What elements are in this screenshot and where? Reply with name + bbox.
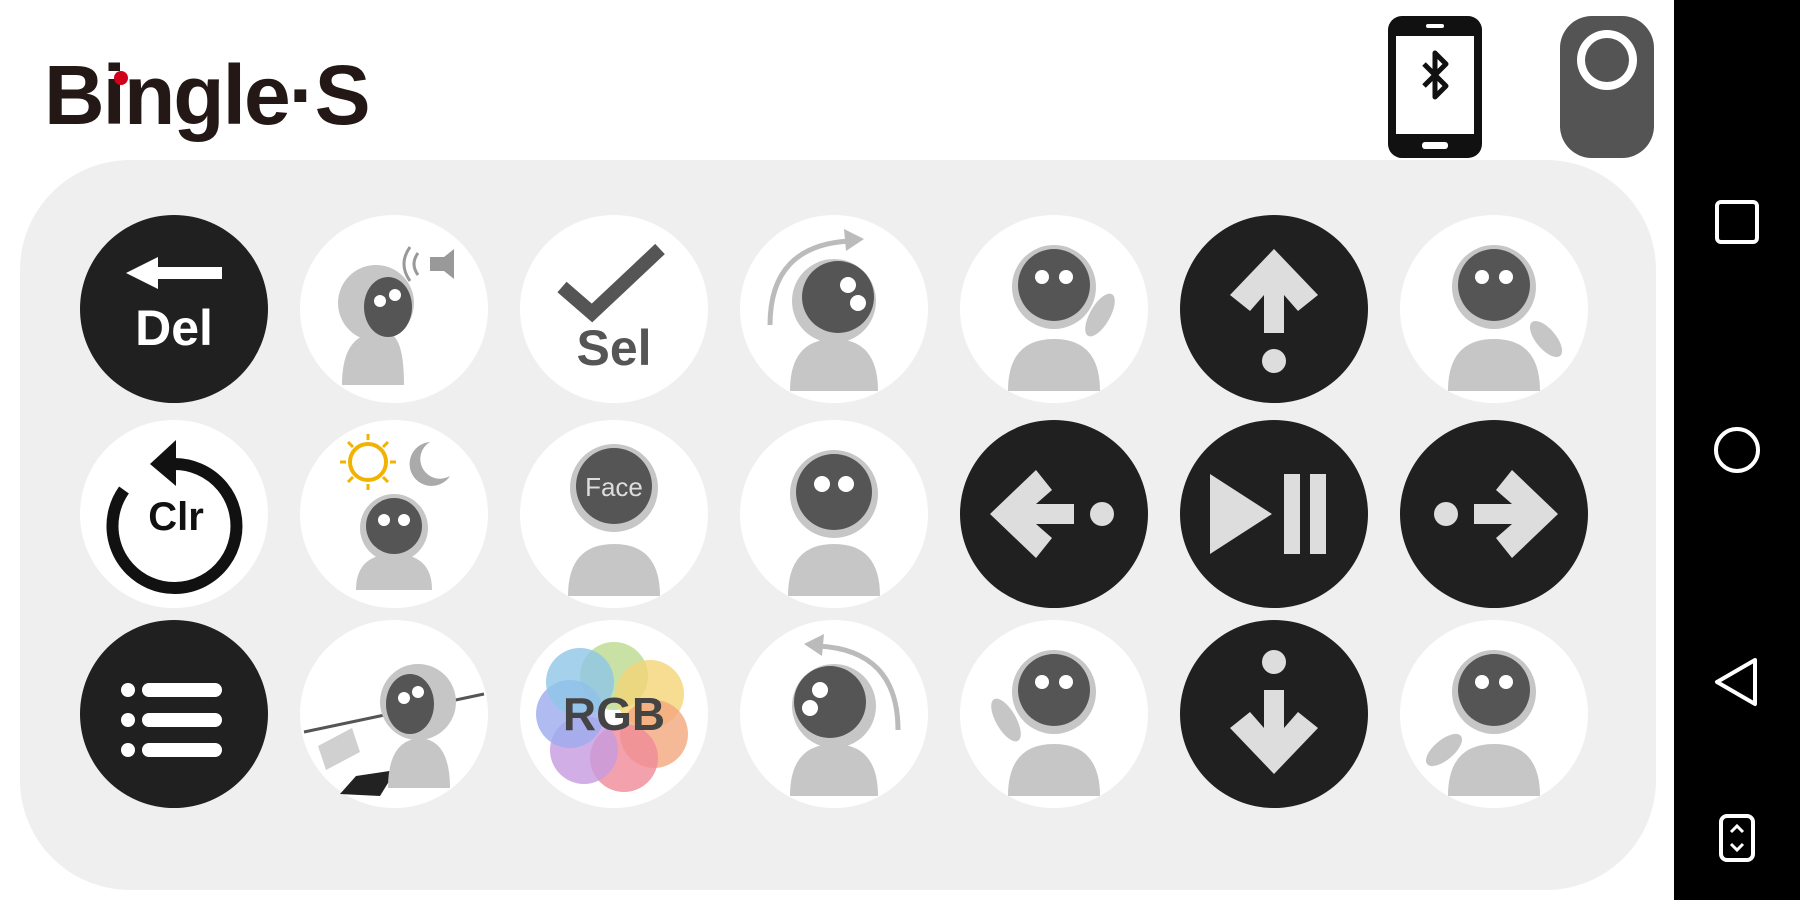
- select-label: Sel: [576, 320, 651, 376]
- wave-right-robot-button[interactable]: [960, 215, 1148, 403]
- accessibility-button[interactable]: [1707, 808, 1767, 868]
- wave-right-robot-icon: [1008, 245, 1115, 391]
- arrow-left-icon: [990, 470, 1114, 558]
- camera-toggle-icon: [1560, 16, 1654, 158]
- select-check-icon: Sel: [557, 243, 665, 376]
- arrow-up-icon: [1230, 249, 1318, 373]
- rgb-label: RGB: [563, 688, 665, 740]
- delete-button[interactable]: Del: [80, 215, 268, 403]
- select-button[interactable]: Sel: [520, 215, 708, 403]
- clear-button[interactable]: Clr: [80, 420, 268, 608]
- rotate-left-robot-button[interactable]: [740, 620, 928, 808]
- accessibility-icon: [1719, 814, 1755, 862]
- menu-list-icon: [121, 683, 222, 757]
- clear-label: Clr: [148, 495, 204, 539]
- backward-button[interactable]: [1180, 620, 1368, 808]
- android-nav-bar: [1674, 0, 1800, 900]
- delete-icon: Del: [126, 257, 222, 356]
- menu-button[interactable]: [80, 620, 268, 808]
- logo-dot: [114, 71, 128, 85]
- rgb-color-button[interactable]: RGB: [520, 620, 708, 808]
- turn-left-button[interactable]: [960, 420, 1148, 608]
- camera-toggle-button[interactable]: [1558, 14, 1656, 160]
- wave-left-robot-button[interactable]: [960, 620, 1148, 808]
- swing-right-robot-button[interactable]: [1400, 215, 1588, 403]
- swing-left-robot-button[interactable]: [1400, 620, 1588, 808]
- plain-robot-icon: [788, 450, 880, 596]
- app-screen: Bingle·S Del Sel Clr Face RGB: [0, 0, 1674, 900]
- rotate-left-robot-icon: [790, 634, 901, 796]
- rotate-right-robot-icon: [767, 229, 878, 391]
- circle-icon: [1714, 427, 1760, 473]
- rgb-color-icon: RGB: [536, 642, 688, 792]
- bluetooth-phone-button[interactable]: [1386, 14, 1484, 160]
- triangle-back-icon: [1715, 658, 1757, 706]
- square-icon: [1715, 200, 1759, 244]
- forward-button[interactable]: [1180, 215, 1368, 403]
- logo-text: Bingle·S: [44, 48, 369, 142]
- face-label: Face: [585, 472, 643, 502]
- speaker-robot-button[interactable]: [300, 215, 488, 403]
- plain-robot-button[interactable]: [740, 420, 928, 608]
- swing-left-robot-icon: [1425, 650, 1540, 796]
- back-button[interactable]: [1707, 652, 1767, 712]
- play-pause-button[interactable]: [1180, 420, 1368, 608]
- bingle-s-logo: Bingle·S: [44, 46, 424, 176]
- day-night-robot-icon: [340, 434, 450, 590]
- swing-right-robot-icon: [1448, 245, 1563, 391]
- arrow-down-icon: [1230, 650, 1318, 774]
- wave-left-robot-icon: [991, 650, 1100, 796]
- line-follow-robot-icon: [303, 664, 485, 796]
- arrow-right-icon: [1434, 470, 1558, 558]
- rotate-right-robot-button[interactable]: [740, 215, 928, 403]
- speaker-robot-icon: [338, 246, 454, 385]
- face-robot-button[interactable]: Face: [520, 420, 708, 608]
- line-follow-robot-button[interactable]: [300, 620, 488, 808]
- turn-right-button[interactable]: [1400, 420, 1588, 608]
- day-night-robot-button[interactable]: [300, 420, 488, 608]
- play-pause-icon: [1210, 474, 1326, 554]
- clear-icon: Clr: [106, 440, 243, 594]
- face-robot-icon: Face: [568, 444, 660, 596]
- recents-button[interactable]: [1707, 192, 1767, 252]
- bluetooth-phone-icon: [1388, 16, 1482, 158]
- home-button[interactable]: [1707, 420, 1767, 480]
- delete-label: Del: [135, 300, 213, 356]
